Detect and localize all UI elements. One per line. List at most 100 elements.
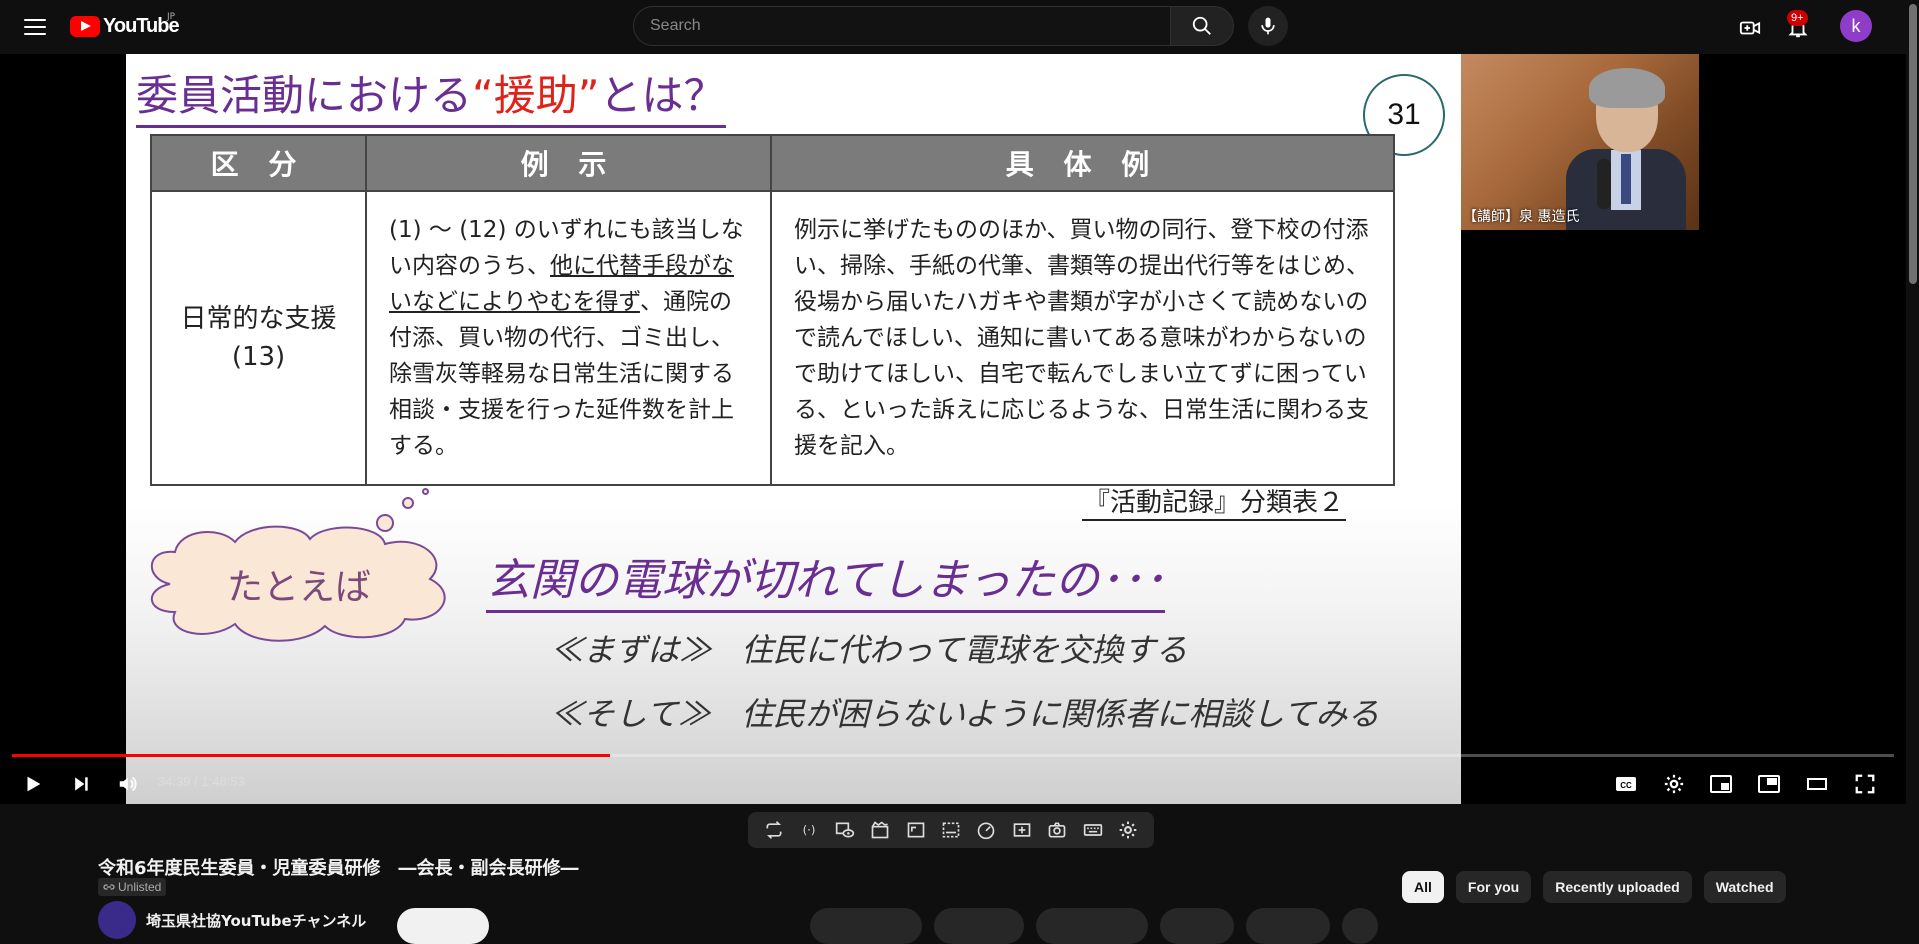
theater-mode-button[interactable]: [1802, 766, 1832, 802]
subscribe-button[interactable]: [397, 908, 489, 944]
microphone: [1597, 159, 1611, 209]
chip-all[interactable]: All: [1402, 871, 1444, 903]
resize-button[interactable]: [903, 817, 929, 843]
table-header: 例 示: [365, 134, 772, 192]
table-header: 具 体 例: [770, 134, 1395, 192]
slide-table: 区 分 例 示 具 体 例 日常的な支援 (13) (1) ～ (12) のいず…: [150, 134, 1395, 486]
broadcast-button[interactable]: (·): [796, 817, 822, 843]
channel-avatar[interactable]: [98, 901, 136, 939]
clapper-icon: [871, 821, 889, 839]
channel-name[interactable]: 埼玉県社協YouTubeチャンネル: [146, 910, 366, 931]
volume-icon: [119, 776, 137, 792]
subtitles-icon: [942, 822, 960, 838]
step-line: ≪まずは≫ 住民に代わって電球を交換する: [551, 631, 1188, 669]
search-box[interactable]: [633, 6, 1171, 46]
time-display: 34:39 / 1:48:53: [158, 774, 245, 789]
loop-icon: [766, 821, 782, 839]
camera-icon: [1049, 822, 1066, 838]
slide-title: 委員活動における“援助”とは？: [136, 62, 726, 128]
progress-fill: [12, 754, 611, 757]
table-header: 区 分: [150, 134, 367, 192]
settings-button[interactable]: [1659, 766, 1689, 802]
page-scrollbar[interactable]: [1906, 0, 1919, 917]
gear-icon: [1664, 774, 1684, 794]
visibility-badge: Unlisted: [98, 878, 167, 896]
like-dislike-button[interactable]: [810, 908, 922, 944]
video-title: 令和6年度民生委員・児童委員研修 ―会長・副会長研修―: [98, 858, 579, 879]
pip-button[interactable]: [1754, 766, 1784, 802]
fullscreen-button[interactable]: [1850, 766, 1880, 802]
eye-tv-icon: [835, 822, 854, 838]
thought-cloud: たとえば: [140, 524, 458, 644]
keyboard-icon: [1083, 824, 1102, 836]
youtube-play-icon: [70, 15, 100, 37]
create-button[interactable]: [1732, 10, 1768, 46]
scroll-thumb[interactable]: [1909, 4, 1917, 284]
svg-text:CC: CC: [1620, 781, 1632, 790]
step-line: ≪そして≫ 住民が困らないように関係者に相談してみる: [551, 695, 1380, 733]
example-line: 玄関の電球が切れてしまったの･･･: [486, 544, 1165, 613]
speaker-label: 【講師】泉 惠造氏: [1463, 209, 1580, 225]
share-button[interactable]: [934, 908, 1024, 944]
download-button[interactable]: [1036, 908, 1148, 944]
extension-toolbar: (·): [748, 812, 1154, 848]
broadcast-icon: (·): [803, 823, 816, 837]
table-category-cell: 日常的な支援 (13): [150, 190, 367, 486]
chip-for-you[interactable]: For you: [1455, 871, 1532, 903]
clapper-button[interactable]: [867, 817, 893, 843]
chip-recently-uploaded[interactable]: Recently uploaded: [1543, 871, 1692, 903]
settings-icon: [1119, 821, 1137, 839]
video-player[interactable]: 委員活動における“援助”とは？ 31 区 分 例 示 具 体 例 日常的な支援 …: [0, 54, 1906, 804]
screenshot-button[interactable]: [1044, 817, 1070, 843]
create-video-icon: [1739, 21, 1761, 35]
loop-button[interactable]: [761, 817, 787, 843]
add-button[interactable]: [1009, 817, 1035, 843]
save-button[interactable]: [1246, 908, 1330, 944]
search-icon: [1192, 16, 1211, 35]
progress-bar[interactable]: [12, 754, 1894, 757]
menu-icon: [24, 19, 46, 21]
guide-menu-button[interactable]: [20, 12, 50, 42]
cloud-text: たとえば: [226, 567, 371, 608]
mute-button[interactable]: [113, 766, 143, 802]
speed-button[interactable]: [973, 817, 999, 843]
resize-icon: [907, 822, 924, 838]
more-actions-button[interactable]: [1342, 908, 1378, 944]
chip-watched[interactable]: Watched: [1703, 871, 1786, 903]
next-icon: [75, 777, 88, 791]
speaker-inset: 【講師】泉 惠造氏: [1461, 54, 1699, 230]
country-code: JP: [167, 12, 176, 22]
search-button[interactable]: [1170, 6, 1234, 46]
thought-bubble: [376, 514, 394, 532]
slide-source: 『活動記録』分類表２: [1082, 482, 1347, 521]
account-avatar[interactable]: k: [1840, 10, 1872, 42]
search-input[interactable]: [634, 7, 1170, 45]
voice-search-button[interactable]: [1248, 6, 1288, 46]
microphone-icon: [1261, 17, 1275, 35]
theater-icon: [1807, 778, 1827, 790]
watch-button[interactable]: [832, 817, 858, 843]
next-button[interactable]: [66, 766, 96, 802]
link-icon: [103, 884, 115, 890]
miniplayer-button[interactable]: [1706, 766, 1736, 802]
thought-bubble: [402, 497, 414, 509]
channel-row: 埼玉県社協YouTubeチャンネル: [98, 901, 366, 939]
picture-in-picture-icon: [1758, 775, 1780, 793]
svg-text:(·): (·): [803, 823, 816, 837]
ext-settings-button[interactable]: [1115, 817, 1141, 843]
youtube-logo[interactable]: YouTube: [70, 14, 180, 38]
keyboard-button[interactable]: [1080, 817, 1106, 843]
play-button[interactable]: [18, 766, 48, 802]
miniplayer-icon: [1710, 775, 1732, 793]
table-concrete-cell: 例示に挙げたもののほか、買い物の同行、登下校の付添い、掃除、手紙の代筆、書類等の…: [770, 190, 1395, 486]
slide-frame: 委員活動における“援助”とは？ 31 区 分 例 示 具 体 例 日常的な支援 …: [126, 54, 1461, 804]
fullscreen-icon: [1855, 774, 1875, 794]
subtitles-ext-button[interactable]: [938, 817, 964, 843]
clip-button[interactable]: [1160, 908, 1234, 944]
masthead: YouTube JP 9+ k: [0, 0, 1919, 54]
slide-title-highlight: “援助”: [472, 71, 600, 120]
subtitles-button[interactable]: CC: [1611, 766, 1641, 802]
related-filter-chips: All For you Recently uploaded Watched: [1402, 871, 1786, 903]
table-example-cell: (1) ～ (12) のいずれにも該当しない内容のうち、他に代替手段がないなどに…: [365, 190, 772, 486]
speedometer-icon: [978, 822, 995, 840]
